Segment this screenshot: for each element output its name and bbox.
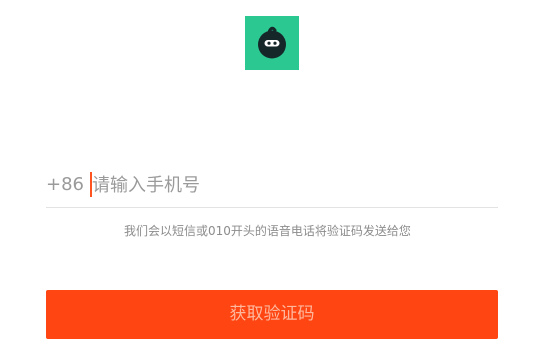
phone-input-row: +86 <box>46 164 498 208</box>
phone-number-input[interactable] <box>92 170 492 200</box>
get-verification-code-button[interactable]: 获取验证码 <box>46 290 498 339</box>
country-code[interactable]: +86 <box>46 174 84 196</box>
app-logo-icon <box>245 16 299 70</box>
app-logo <box>245 16 299 70</box>
verification-hint-text: 我们会以短信或010开头的语音电话将验证码发送给您 <box>124 224 411 238</box>
